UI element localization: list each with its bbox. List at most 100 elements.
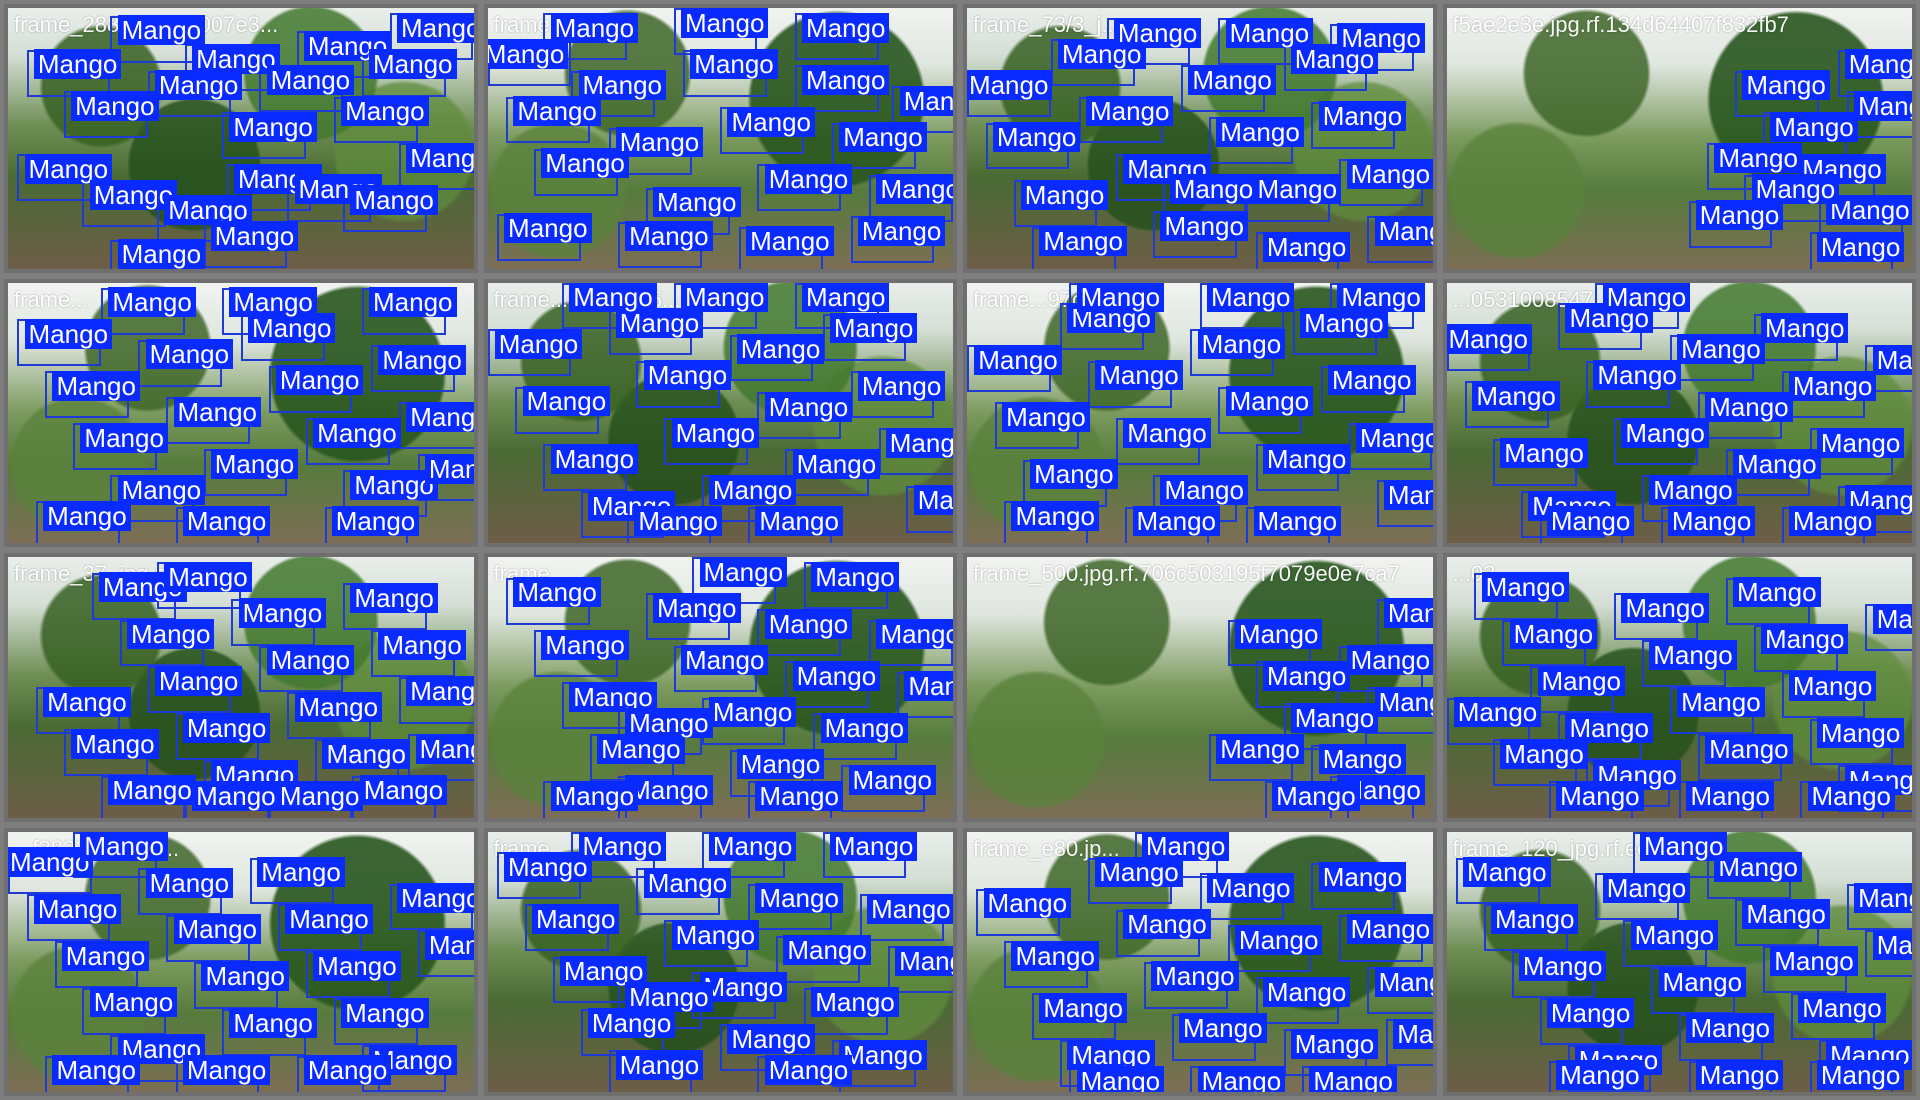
mango-label-chip: Mango: [1318, 744, 1407, 775]
mango-label-chip: Mango: [578, 831, 667, 862]
mango-label-chip: Mango: [876, 619, 954, 650]
mango-label-chip: Mango: [792, 660, 881, 691]
mango-label-chip: Mango: [671, 417, 760, 448]
mango-label-chip: Mango: [1234, 924, 1323, 955]
mango-label-chip: Mango: [1742, 70, 1830, 101]
mango-label-chip: Mango: [550, 443, 639, 474]
mango-label-chip: Mango: [1374, 686, 1433, 717]
mango-label-chip: Mango: [541, 629, 629, 660]
mango-label-chip: Mango: [1546, 997, 1635, 1028]
mango-label-chip: Mango: [313, 417, 401, 448]
mango-label-chip: Mango: [1216, 733, 1304, 764]
mango-label-chip: Mango: [415, 733, 474, 764]
mango-label-chip: Mango: [550, 780, 639, 811]
mango-label-chip: Mango: [1872, 344, 1913, 375]
mango-label-chip: Mango: [1160, 210, 1248, 241]
mango-label-chip: Mango: [857, 216, 946, 247]
tile-filename-caption: frame...: [14, 286, 89, 312]
mango-label-chip: Mango: [801, 282, 890, 313]
mango-label-chip: Mango: [43, 686, 131, 717]
mango-label-chip: Mango: [1346, 645, 1433, 676]
mango-label-chip: Mango: [1854, 90, 1913, 121]
mango-label-chip: Mango: [1872, 930, 1913, 961]
mango-label-chip: Mango: [1788, 370, 1877, 401]
mango-label-chip: Mango: [1537, 666, 1626, 697]
mango-label-chip: Mango: [1309, 1065, 1397, 1093]
mango-label-chip: Mango: [625, 221, 713, 252]
mosaic-tile: frame...97cf9371c Mango Mango Mango Mango Man…: [963, 278, 1437, 547]
mango-label-chip: Mango: [1816, 231, 1905, 262]
mosaic-tile: frame...5fa6cccf5....9e05MangoMangoMango…: [483, 278, 957, 547]
mango-label-chip: Mango: [857, 370, 946, 401]
mango-label-chip: Mango: [1318, 101, 1407, 132]
mango-label-chip: Mango: [173, 396, 261, 427]
mango-label-chip: Mango: [653, 593, 741, 624]
mango-label-chip: Mango: [369, 287, 457, 318]
mango-label-chip: Mango: [331, 506, 420, 537]
mango-label-chip: Mango: [182, 506, 271, 537]
mango-label-chip: Mango: [108, 287, 196, 318]
mango-label-chip: Mango: [1872, 603, 1913, 634]
mango-label-chip: Mango: [1807, 780, 1896, 811]
mango-label-chip: Mango: [1328, 365, 1416, 396]
mango-label-chip: Mango: [247, 313, 336, 344]
mango-label-chip: Mango: [71, 728, 159, 759]
mango-label-chip: Mango: [1602, 282, 1691, 313]
mango-label-chip: Mango: [727, 1023, 815, 1054]
mango-label-chip: Mango: [341, 96, 429, 127]
mango-label-chip: Mango: [1206, 872, 1295, 903]
mosaic-tile: frame_e80.jp... Mango Mango Mango Mango Mango…: [963, 827, 1437, 1096]
mango-label-chip: Mango: [1816, 1060, 1905, 1091]
mango-label-chip: Mango: [699, 971, 788, 1002]
mango-label-chip: Mango: [829, 831, 918, 862]
mango-label-chip: Mango: [424, 930, 474, 961]
mango-label-chip: Mango: [1030, 459, 1118, 490]
mango-label-chip: Mango: [1337, 282, 1425, 313]
mango-label-chip: Mango: [885, 428, 954, 458]
mango-label-chip: Mango: [173, 914, 261, 945]
mango-label-chip: Mango: [424, 454, 474, 485]
mango-label-chip: Mango: [764, 391, 853, 422]
mango-label-chip: Mango: [1197, 1065, 1286, 1093]
mango-label-chip: Mango: [341, 997, 429, 1028]
mango-label-chip: Mango: [145, 867, 234, 898]
mango-label-chip: Mango: [1262, 231, 1351, 262]
mango-label-chip: Mango: [1188, 64, 1276, 95]
mango-label-chip: Mango: [1826, 195, 1913, 226]
mango-label-chip: Mango: [487, 38, 569, 69]
mango-label-chip: Mango: [378, 629, 466, 660]
mango-label-chip: Mango: [755, 780, 843, 811]
mango-label-chip: Mango: [210, 221, 299, 252]
mango-label-chip: Mango: [764, 163, 853, 194]
mango-label-chip: Mango: [285, 904, 373, 935]
mango-label-chip: Mango: [1621, 417, 1709, 448]
mango-label-chip: Mango: [154, 70, 243, 101]
mango-label-chip: Mango: [1602, 872, 1691, 903]
mango-label-chip: Mango: [52, 1055, 140, 1086]
mango-label-chip: Mango: [1518, 950, 1607, 981]
mango-label-chip: Mango: [653, 187, 741, 218]
mango-label-chip: Mango: [680, 645, 769, 676]
mango-label-chip: Mango: [1770, 111, 1858, 142]
mosaic-tile: frame... Mango Mango Mango Mango Mango Mango Ma…: [483, 4, 957, 273]
mango-label-chip: Mango: [359, 775, 448, 806]
mango-label-chip: Mango: [764, 608, 853, 639]
mosaic-tile: frame... Mango Mango Mango Mango Mango Mango Ma…: [483, 553, 957, 822]
mango-label-chip: Mango: [1300, 308, 1388, 339]
mango-label-chip: Mango: [708, 474, 797, 505]
mango-label-chip: Mango: [736, 334, 825, 365]
mango-label-chip: Mango: [1262, 660, 1351, 691]
mango-label-chip: Mango: [350, 582, 438, 613]
mango-label-chip: Mango: [904, 671, 954, 702]
mosaic-tile: frame_288_...87b9007e3...MangoMangoMango…: [4, 4, 478, 273]
mango-label-chip: Mango: [1500, 438, 1588, 469]
mango-label-chip: Mango: [1160, 474, 1248, 505]
tile-filename-caption: frame_500.jpg.rf.706c503195f7079e0e7ca7: [973, 561, 1400, 586]
mango-label-chip: Mango: [1374, 966, 1433, 997]
mango-label-chip: Mango: [578, 70, 667, 101]
mango-label-chip: Mango: [1593, 360, 1681, 391]
mango-label-chip: Mango: [406, 143, 474, 174]
mango-label-chip: Mango: [992, 122, 1081, 153]
mango-label-chip: Mango: [504, 213, 592, 244]
mango-label-chip: Mango: [690, 49, 778, 80]
